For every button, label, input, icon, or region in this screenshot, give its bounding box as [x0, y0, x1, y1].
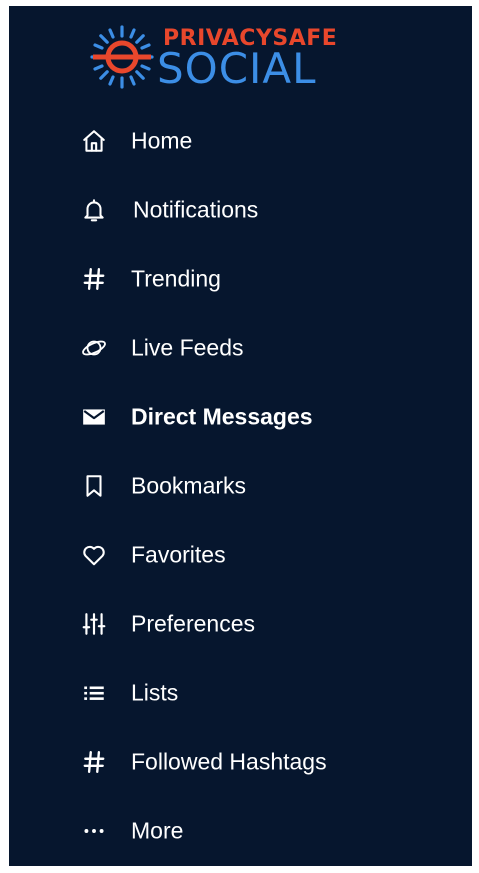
- nav-item-more[interactable]: More: [9, 796, 472, 865]
- nav-item-lists[interactable]: Lists: [9, 658, 472, 727]
- nav-label-favorites: Favorites: [131, 541, 226, 567]
- sun-logo-icon: [90, 25, 154, 89]
- nav-item-live-feeds[interactable]: Live Feeds: [9, 313, 472, 382]
- nav-label-lists: Lists: [131, 679, 179, 705]
- hashtag-icon: [79, 264, 109, 294]
- nav-label-live-feeds: Live Feeds: [131, 334, 244, 360]
- bell-icon: [79, 195, 109, 225]
- nav-label-direct-messages: Direct Messages: [131, 403, 313, 429]
- nav-label-trending: Trending: [131, 265, 221, 291]
- nav-item-home[interactable]: Home: [9, 106, 472, 175]
- nav-label-bookmarks: Bookmarks: [131, 472, 247, 498]
- nav-label-home: Home: [131, 127, 193, 153]
- nav-item-favorites[interactable]: Favorites: [9, 520, 472, 589]
- ellipsis-icon: [79, 816, 109, 846]
- brand-name-bottom: SOCIAL: [157, 44, 317, 93]
- home-icon: [79, 126, 109, 156]
- nav-item-followed-hashtags[interactable]: Followed Hashtags: [9, 727, 472, 796]
- hashtag-icon: [79, 747, 109, 777]
- main-nav: Home Notifications Trending Live Feeds D…: [9, 106, 472, 865]
- heart-icon: [79, 540, 109, 570]
- nav-label-followed-hashtags: Followed Hashtags: [131, 748, 327, 774]
- nav-item-bookmarks[interactable]: Bookmarks: [9, 451, 472, 520]
- nav-label-notifications: Notifications: [133, 196, 259, 222]
- nav-item-notifications[interactable]: Notifications: [9, 175, 472, 244]
- bookmark-icon: [79, 471, 109, 501]
- list-icon: [79, 678, 109, 708]
- nav-item-preferences[interactable]: Preferences: [9, 589, 472, 658]
- sliders-icon: [79, 609, 109, 639]
- brand-logo[interactable]: PRIVACYSAFE SOCIAL: [89, 22, 349, 98]
- nav-label-preferences: Preferences: [131, 610, 256, 636]
- nav-item-direct-messages[interactable]: Direct Messages: [9, 382, 472, 451]
- envelope-icon: [79, 402, 109, 432]
- sidebar: PRIVACYSAFE SOCIAL Home Notifications Tr…: [9, 6, 472, 866]
- nav-item-trending[interactable]: Trending: [9, 244, 472, 313]
- planet-icon: [79, 333, 109, 363]
- nav-label-more: More: [131, 817, 184, 843]
